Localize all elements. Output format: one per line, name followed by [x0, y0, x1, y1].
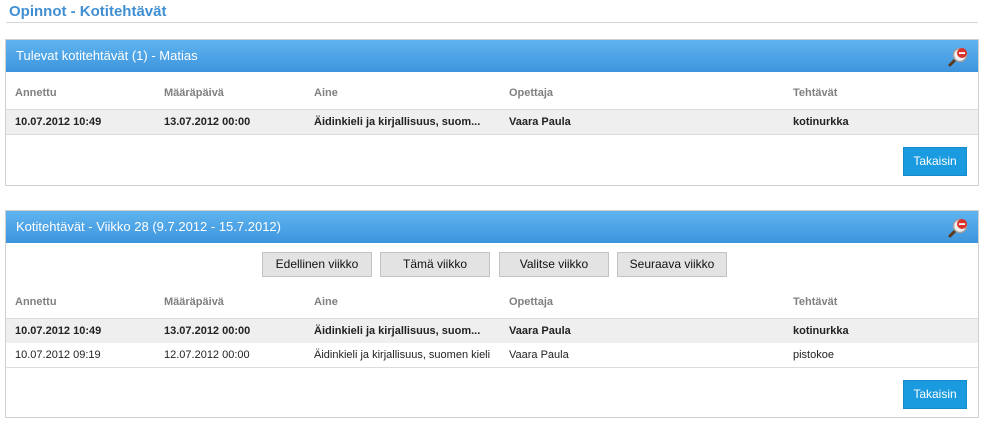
- column-header-subject: Aine: [314, 87, 338, 99]
- cell-teacher: Vaara Paula: [509, 349, 569, 361]
- cell-task: kotinurkka: [793, 116, 849, 128]
- week-homework-panel: Kotitehtävät - Viikko 28 (9.7.2012 - 15.…: [5, 210, 979, 418]
- cell-subject: Äidinkieli ja kirjallisuus, suom...: [314, 325, 481, 337]
- magnifier-remove-icon[interactable]: [947, 217, 969, 239]
- column-header-given: Annettu: [15, 296, 57, 308]
- cell-given: 10.07.2012 10:49: [15, 325, 102, 337]
- cell-task: kotinurkka: [793, 325, 849, 337]
- panel-header: Tulevat kotitehtävät (1) - Matias: [6, 40, 978, 72]
- cell-teacher: Vaara Paula: [509, 325, 571, 337]
- cell-due: 13.07.2012 00:00: [164, 325, 251, 337]
- table-row[interactable]: 10.07.2012 10:49 13.07.2012 00:00 Äidink…: [6, 110, 978, 134]
- page-title: Opinnot - Kotitehtävät: [9, 3, 167, 20]
- choose-week-button[interactable]: Valitse viikko: [499, 252, 609, 277]
- panel-header: Kotitehtävät - Viikko 28 (9.7.2012 - 15.…: [6, 211, 978, 243]
- upcoming-homework-panel: Tulevat kotitehtävät (1) - Matias Annett…: [5, 39, 979, 186]
- cell-teacher: Vaara Paula: [509, 116, 571, 128]
- column-header-due: Määräpäivä: [164, 87, 224, 99]
- column-header-given: Annettu: [15, 87, 57, 99]
- table-row[interactable]: 10.07.2012 09:19 12.07.2012 00:00 Äidink…: [6, 343, 978, 367]
- column-header-teacher: Opettaja: [509, 296, 554, 308]
- cell-task: pistokoe: [793, 349, 834, 361]
- divider: [6, 367, 978, 368]
- next-week-button[interactable]: Seuraava viikko: [617, 252, 727, 277]
- column-header-due: Määräpäivä: [164, 296, 224, 308]
- back-button[interactable]: Takaisin: [903, 147, 967, 176]
- cell-subject: Äidinkieli ja kirjallisuus, suom...: [314, 116, 481, 128]
- panel-title: Kotitehtävät - Viikko 28 (9.7.2012 - 15.…: [16, 219, 281, 234]
- cell-due: 13.07.2012 00:00: [164, 116, 251, 128]
- table-row[interactable]: 10.07.2012 10:49 13.07.2012 00:00 Äidink…: [6, 319, 978, 343]
- title-divider: [6, 22, 978, 23]
- column-header-tasks: Tehtävät: [793, 87, 838, 99]
- cell-given: 10.07.2012 10:49: [15, 116, 102, 128]
- magnifier-remove-icon[interactable]: [947, 46, 969, 68]
- panel-title: Tulevat kotitehtävät (1) - Matias: [16, 48, 198, 63]
- cell-subject: Äidinkieli ja kirjallisuus, suomen kieli: [314, 349, 491, 361]
- column-header-subject: Aine: [314, 296, 338, 308]
- previous-week-button[interactable]: Edellinen viikko: [262, 252, 372, 277]
- column-header-tasks: Tehtävät: [793, 296, 838, 308]
- this-week-button[interactable]: Tämä viikko: [380, 252, 490, 277]
- divider: [6, 134, 978, 135]
- column-header-teacher: Opettaja: [509, 87, 554, 99]
- back-button[interactable]: Takaisin: [903, 380, 967, 409]
- cell-due: 12.07.2012 00:00: [164, 349, 250, 361]
- cell-given: 10.07.2012 09:19: [15, 349, 101, 361]
